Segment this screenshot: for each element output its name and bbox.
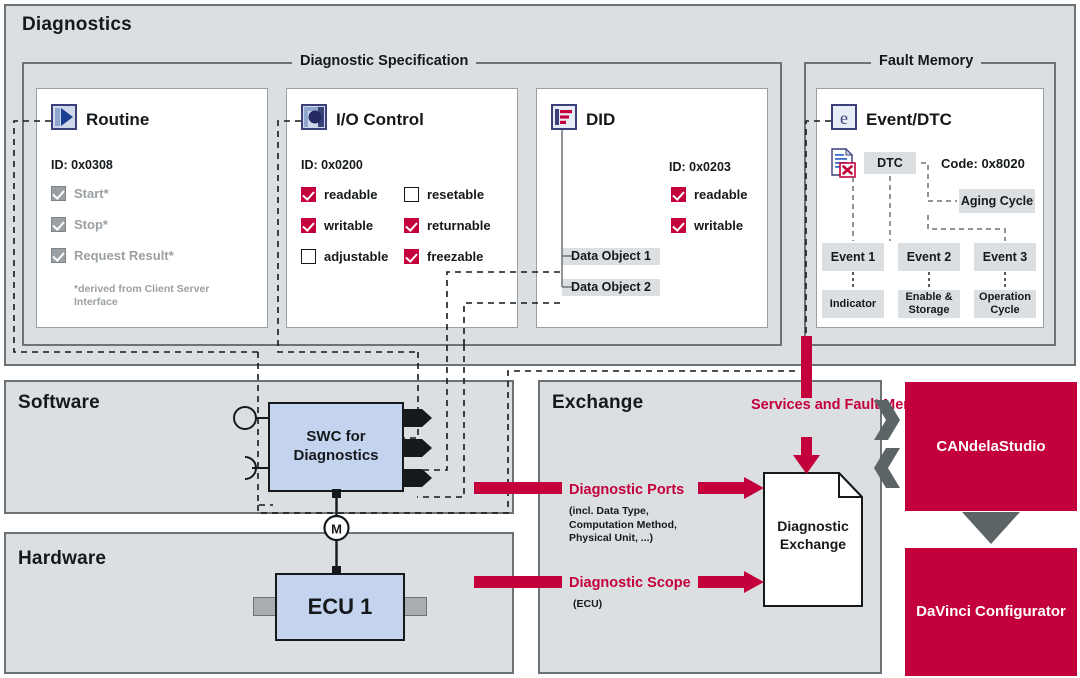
io-control-id-label: ID: 0x0200 bbox=[301, 158, 363, 172]
checkbox-box[interactable] bbox=[404, 187, 419, 202]
checkbox-box[interactable] bbox=[51, 217, 66, 232]
event-dtc-e-icon: e bbox=[831, 104, 857, 130]
diagnostic-scope-sublabel: (ECU) bbox=[573, 598, 603, 610]
event-dtc-card-title: Event/DTC bbox=[866, 110, 952, 129]
diagnostics-panel-title: Diagnostics bbox=[22, 14, 132, 35]
diagnostic-exchange-doc-label: Diagnostic Exchange bbox=[763, 505, 863, 565]
checkbox-label: readable bbox=[324, 187, 378, 202]
checkbox-box[interactable] bbox=[51, 248, 66, 263]
hardware-panel-title: Hardware bbox=[18, 548, 107, 569]
event-2-chip[interactable]: Event 2 bbox=[898, 243, 960, 271]
davinci-configurator-box[interactable]: DaVinci Configurator bbox=[905, 548, 1077, 676]
checkbox-box[interactable] bbox=[301, 187, 316, 202]
davinci-label: DaVinci Configurator bbox=[916, 603, 1066, 621]
checkbox-box[interactable] bbox=[404, 218, 419, 233]
swc-for-diagnostics-box[interactable]: SWC for Diagnostics bbox=[268, 402, 404, 492]
io-checkbox-adjustable[interactable]: adjustable bbox=[301, 249, 388, 264]
enable-storage-chip[interactable]: Enable & Storage bbox=[898, 290, 960, 318]
did-card-title: DID bbox=[586, 110, 616, 129]
diagram-root: Diagnostics Diagnostic Specification Fau… bbox=[0, 0, 1080, 678]
checkbox-box[interactable] bbox=[671, 187, 686, 202]
checkbox-label: writable bbox=[324, 218, 374, 233]
candelastudio-label: CANdelaStudio bbox=[936, 437, 1046, 455]
io-control-card-title: I/O Control bbox=[336, 110, 424, 129]
candelastudio-box[interactable]: CANdelaStudio bbox=[905, 382, 1077, 511]
checkbox-label: writable bbox=[694, 218, 744, 233]
operation-cycle-label: Operation Cycle bbox=[979, 291, 1031, 316]
sub-line-3: Physical Unit, ...) bbox=[569, 532, 654, 545]
checkbox-label: Stop* bbox=[74, 217, 108, 232]
checkbox-label: freezable bbox=[427, 249, 484, 264]
candela-to-davinci-arrow bbox=[962, 512, 1020, 544]
diagnostic-specification-legend: Diagnostic Specification bbox=[292, 53, 477, 69]
indicator-chip[interactable]: Indicator bbox=[822, 290, 884, 318]
ecu-label: ECU 1 bbox=[307, 594, 373, 620]
exchange-panel-title: Exchange bbox=[552, 392, 644, 413]
diagnostic-ports-label: Diagnostic Ports bbox=[569, 482, 685, 498]
enable-storage-label: Enable & Storage bbox=[905, 291, 953, 316]
swc-label: SWC for Diagnostics bbox=[293, 428, 379, 464]
io-checkbox-freezable[interactable]: freezable bbox=[404, 249, 483, 264]
checkbox-box[interactable] bbox=[301, 249, 316, 264]
diagnostic-scope-label: Diagnostic Scope bbox=[569, 575, 691, 591]
checkbox-box[interactable] bbox=[404, 249, 419, 264]
io-checkbox-returnable[interactable]: returnable bbox=[404, 218, 491, 233]
io-checkbox-resetable[interactable]: resetable bbox=[404, 187, 484, 202]
dtc-code-label: Code: 0x8020 bbox=[941, 156, 1025, 171]
routine-checkbox-start[interactable]: Start* bbox=[51, 186, 109, 201]
diagnostic-ports-sublabel: (incl. Data Type, Computation Method, Ph… bbox=[569, 505, 677, 546]
sub-line-1: (incl. Data Type, bbox=[569, 505, 649, 517]
checkbox-label: Start* bbox=[74, 186, 109, 201]
routine-card-title: Routine bbox=[86, 110, 150, 129]
sub-line-2: Computation Method, bbox=[569, 518, 677, 531]
data-object-2-chip[interactable]: Data Object 2 bbox=[562, 279, 660, 296]
doc-label: Diagnostic Exchange bbox=[777, 517, 849, 552]
checkbox-box[interactable] bbox=[51, 186, 66, 201]
checkbox-box[interactable] bbox=[301, 218, 316, 233]
software-panel-title: Software bbox=[18, 392, 100, 413]
operation-cycle-chip[interactable]: Operation Cycle bbox=[974, 290, 1036, 318]
routine-play-icon bbox=[51, 104, 77, 130]
svg-text:e: e bbox=[840, 108, 848, 128]
io-control-icon bbox=[301, 104, 327, 130]
routine-id-label: ID: 0x0308 bbox=[51, 158, 113, 172]
routine-checkbox-request-result[interactable]: Request Result* bbox=[51, 248, 174, 263]
did-checkbox-readable[interactable]: readable bbox=[671, 187, 747, 202]
checkbox-label: resetable bbox=[427, 187, 485, 202]
data-object-1-chip[interactable]: Data Object 1 bbox=[562, 248, 660, 265]
event-3-chip[interactable]: Event 3 bbox=[974, 243, 1036, 271]
routine-footnote: *derived from Client Server Interface bbox=[74, 283, 210, 309]
io-checkbox-writable[interactable]: writable bbox=[301, 218, 373, 233]
io-checkbox-readable[interactable]: readable bbox=[301, 187, 377, 202]
fault-memory-legend: Fault Memory bbox=[871, 53, 982, 69]
aging-cycle-chip[interactable]: Aging Cycle bbox=[959, 189, 1035, 213]
did-list-icon bbox=[551, 104, 577, 130]
document-error-icon bbox=[830, 147, 858, 178]
routine-checkbox-stop[interactable]: Stop* bbox=[51, 217, 108, 232]
checkbox-label: adjustable bbox=[324, 249, 389, 264]
checkbox-label: Request Result* bbox=[74, 248, 174, 263]
did-id-label: ID: 0x0203 bbox=[669, 160, 731, 174]
checkbox-label: readable bbox=[694, 187, 748, 202]
checkbox-label: returnable bbox=[427, 218, 491, 233]
did-checkbox-writable[interactable]: writable bbox=[671, 218, 743, 233]
ecu-1-box[interactable]: ECU 1 bbox=[275, 573, 405, 641]
checkbox-box[interactable] bbox=[671, 218, 686, 233]
dtc-chip[interactable]: DTC bbox=[864, 152, 916, 174]
event-1-chip[interactable]: Event 1 bbox=[822, 243, 884, 271]
